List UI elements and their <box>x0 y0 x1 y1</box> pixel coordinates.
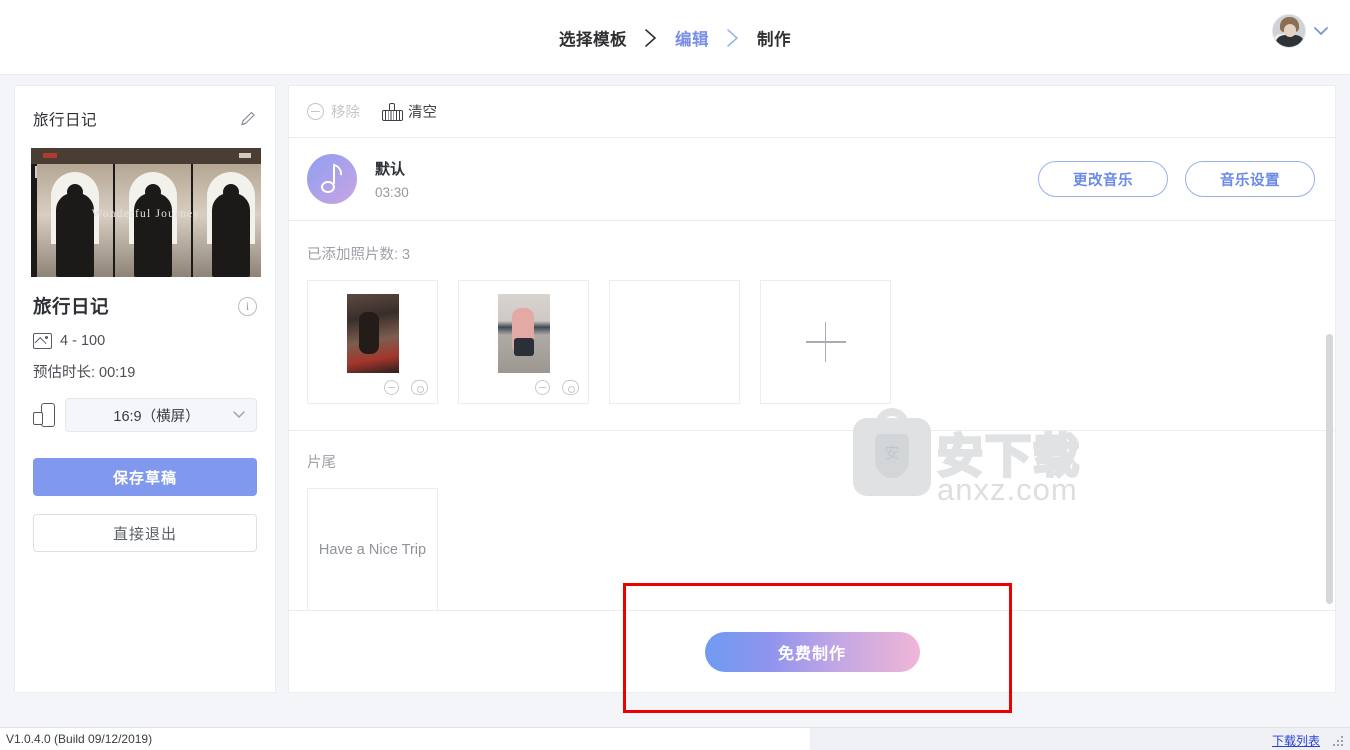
thumbnail-figure-1 <box>56 184 94 277</box>
sidebar-title-row: 旅行日记 <box>15 86 275 130</box>
aspect-ratio-row: 16:9（横屏） <box>33 398 257 432</box>
music-row: 默认 03:30 更改音乐 音乐设置 <box>289 138 1335 221</box>
status-bar: V1.0.4.0 (Build 09/12/2019) 下载列表 <box>0 727 1350 750</box>
minus-circle-icon <box>307 103 324 120</box>
image-icon <box>33 333 52 349</box>
music-settings-button[interactable]: 音乐设置 <box>1185 161 1315 197</box>
pencil-icon[interactable] <box>239 110 257 128</box>
photo-card-2-actions <box>535 380 579 395</box>
photo-card-3-empty[interactable] <box>609 280 740 404</box>
minus-circle-icon[interactable] <box>384 380 399 395</box>
photo-card-1-actions <box>384 380 428 395</box>
avatar[interactable] <box>1272 14 1306 48</box>
music-meta: 默认 03:30 <box>375 158 409 200</box>
tail-section-label: 片尾 <box>307 455 336 471</box>
sidebar-project-title: 旅行日记 <box>33 112 98 129</box>
app-header: 选择模板 编辑 制作 <box>0 0 1350 75</box>
broom-icon <box>382 103 403 121</box>
step-make-label: 制作 <box>757 30 791 49</box>
resize-grip[interactable] <box>1333 736 1344 747</box>
template-name-row: 旅行日记 i <box>33 293 257 319</box>
remove-button-label: 移除 <box>331 105 360 121</box>
free-make-button[interactable]: 免费制作 <box>704 631 920 672</box>
chevron-right-icon-2 <box>712 27 754 49</box>
thumbnail-caption: Wonderful Journey <box>91 208 201 220</box>
eye-icon[interactable] <box>562 380 579 395</box>
photo-range-row: 4 - 100 <box>33 333 257 349</box>
content-panel: 移除 清空 默认 03:30 更改音乐 音乐设置 已添加照片数: 3 片尾 Ha… <box>288 85 1336 611</box>
aspect-ratio-value: 16:9（横屏） <box>113 408 200 425</box>
exit-button[interactable]: 直接退出 <box>33 514 257 552</box>
device-orientation-icon <box>33 403 55 427</box>
change-music-button[interactable]: 更改音乐 <box>1038 161 1168 197</box>
template-meta: 旅行日记 i 4 - 100 预估时长: 00:19 16:9（横屏） <box>15 277 275 432</box>
info-icon[interactable]: i <box>238 296 257 316</box>
device-icon-landscape <box>33 412 43 425</box>
thumbnail-figure-2 <box>134 184 172 277</box>
music-actions: 更改音乐 音乐设置 <box>1038 161 1315 197</box>
template-name: 旅行日记 <box>33 296 110 317</box>
clear-button[interactable]: 清空 <box>382 101 437 122</box>
user-menu[interactable] <box>1272 14 1328 48</box>
device-icon-portrait <box>41 403 55 427</box>
plus-icon <box>805 322 846 362</box>
section-divider <box>289 430 1335 431</box>
content-toolbar: 移除 清空 <box>289 86 1335 138</box>
remove-button[interactable]: 移除 <box>307 101 360 122</box>
step-select-template-label: 选择模板 <box>559 30 627 49</box>
thumbnail-topbar <box>31 148 261 164</box>
photo-range-value: 4 - 100 <box>60 333 106 349</box>
chevron-down-icon[interactable] <box>1314 25 1328 38</box>
tail-section: 片尾 Have a Nice Trip <box>289 431 1335 610</box>
photos-count-label: 已添加照片数: 3 <box>307 247 411 263</box>
chevron-down-icon-ratio <box>233 408 245 422</box>
sidebar-panel: 旅行日记 Wonderful Journey 旅行日记 i 4 - 100 预估… <box>14 85 276 693</box>
thumbnail-rec-indicator <box>43 153 57 158</box>
clear-button-label: 清空 <box>408 105 437 121</box>
template-thumbnail: Wonderful Journey <box>31 148 261 277</box>
eye-icon[interactable] <box>411 380 428 395</box>
minus-circle-icon[interactable] <box>535 380 550 395</box>
step-edit-label: 编辑 <box>675 30 709 49</box>
thumbnail-battery-indicator <box>239 153 251 158</box>
tail-card[interactable]: Have a Nice Trip <box>307 488 438 610</box>
step-edit-dot <box>699 51 708 61</box>
step-make[interactable]: 制作 <box>754 26 794 50</box>
add-photo-card[interactable] <box>760 280 891 404</box>
music-duration: 03:30 <box>375 185 409 200</box>
stepper: 选择模板 编辑 制作 <box>0 0 1350 75</box>
photos-section: 已添加照片数: 3 <box>289 221 1335 431</box>
download-list-link[interactable]: 下载列表 <box>1272 732 1320 749</box>
photo-card-2[interactable] <box>458 280 589 404</box>
step-select-template[interactable]: 选择模板 <box>556 26 630 50</box>
save-draft-button[interactable]: 保存草稿 <box>33 458 257 496</box>
music-name: 默认 <box>375 161 406 178</box>
version-text: V1.0.4.0 (Build 09/12/2019) <box>6 732 153 746</box>
photo-thumbnail-2 <box>497 294 550 373</box>
estimated-duration: 预估时长: 00:19 <box>33 365 136 381</box>
chevron-right-icon-1 <box>630 27 672 49</box>
photo-thumbnail-1 <box>346 294 399 373</box>
aspect-ratio-select[interactable]: 16:9（横屏） <box>65 398 257 432</box>
step-edit[interactable]: 编辑 <box>662 15 712 61</box>
photo-card-row <box>307 280 1335 404</box>
content-scrollbar[interactable] <box>1326 334 1333 604</box>
thumbnail-figure-3 <box>212 184 250 277</box>
bottom-action-bar: 免费制作 <box>288 611 1336 693</box>
avatar-face <box>1284 24 1296 37</box>
music-note-icon <box>307 154 357 204</box>
photo-card-1[interactable] <box>307 280 438 404</box>
